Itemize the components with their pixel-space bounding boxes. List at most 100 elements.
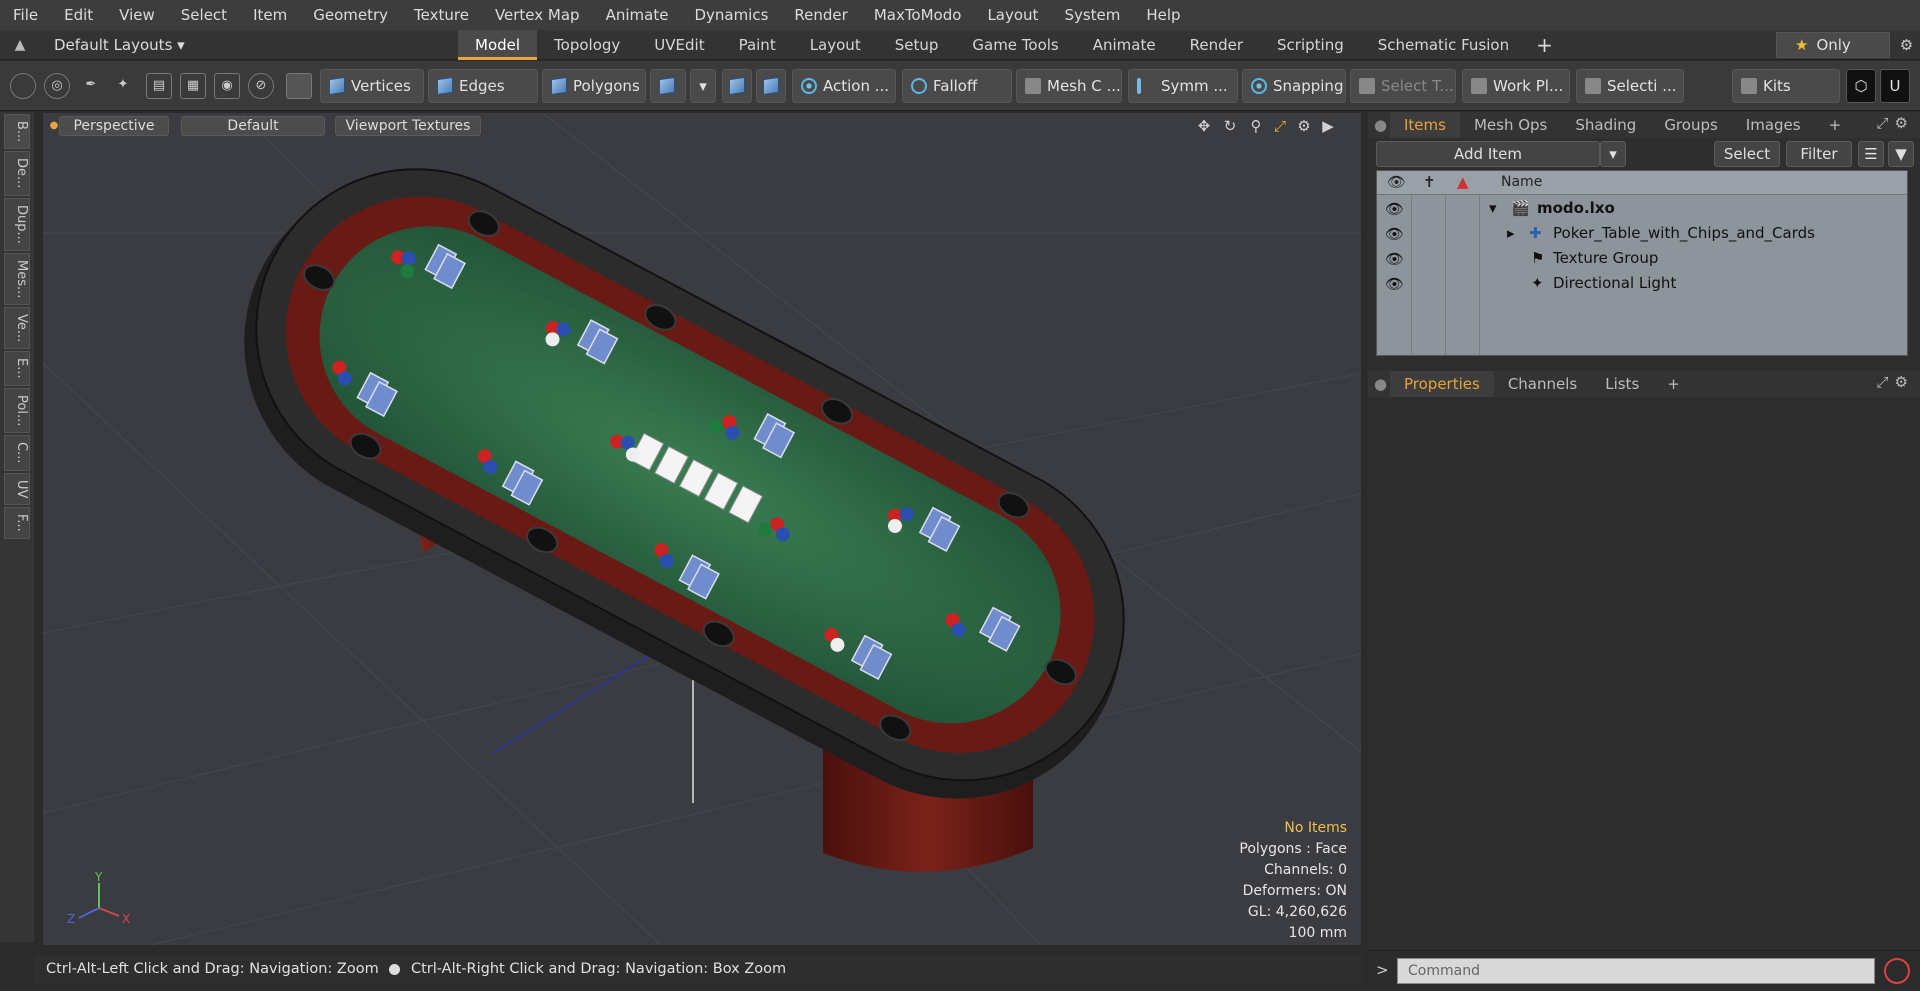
- command-input[interactable]: Command: [1397, 958, 1875, 984]
- zoom-view-icon[interactable]: ⚲: [1245, 115, 1267, 137]
- select-button[interactable]: Select: [1714, 141, 1780, 167]
- eye-icon[interactable]: 👁: [1385, 250, 1404, 268]
- filter-button[interactable]: Filter: [1786, 141, 1852, 167]
- panel-expand-gear-icons[interactable]: ⤢⚙: [1877, 373, 1914, 391]
- left-tab-mesh-edit[interactable]: Mes...: [4, 252, 30, 306]
- panel-expand-gear-icons[interactable]: ⤢⚙: [1877, 114, 1914, 132]
- brush-icon[interactable]: ✦: [110, 73, 136, 99]
- menu-layout[interactable]: Layout: [974, 0, 1051, 30]
- action-center-button[interactable]: Action ...: [792, 69, 896, 103]
- add-item-dropdown[interactable]: Add Item: [1376, 141, 1600, 167]
- tab-lists[interactable]: Lists: [1591, 371, 1653, 397]
- selection-sets-button[interactable]: Selecti ...: [1576, 69, 1684, 103]
- tab-game-tools[interactable]: Game Tools: [955, 30, 1075, 60]
- tab-mesh-ops[interactable]: Mesh Ops: [1460, 112, 1561, 138]
- perspective-dropdown[interactable]: Perspective: [59, 116, 169, 136]
- type-header-icon[interactable]: ▲: [1457, 173, 1469, 191]
- kits-button[interactable]: Kits: [1732, 69, 1840, 103]
- select-through-button[interactable]: Select T...: [1350, 69, 1456, 103]
- default-layouts-dropdown[interactable]: Default Layouts ▾: [40, 36, 458, 54]
- move-view-icon[interactable]: ✥: [1193, 115, 1215, 137]
- lock-header-icon[interactable]: ✝: [1423, 173, 1436, 191]
- item-mode-icon[interactable]: [286, 73, 312, 99]
- edges-button[interactable]: Edges: [428, 69, 538, 103]
- expand-arrow-icon[interactable]: ▸: [1507, 224, 1515, 242]
- left-tab-duplicate[interactable]: Dup...: [4, 197, 30, 251]
- menu-item[interactable]: Item: [240, 0, 300, 30]
- maximize-view-icon[interactable]: ⤢: [1269, 115, 1291, 137]
- globe-icon[interactable]: ◎: [44, 73, 70, 99]
- 3d-viewport[interactable]: Y X Z ● Perspective Default Viewport Tex…: [42, 112, 1362, 946]
- list-item[interactable]: 👁 ⚑ Texture Group: [1377, 246, 1907, 271]
- funnel-icon[interactable]: ▼: [1888, 141, 1914, 167]
- left-tab-deform[interactable]: De...: [4, 151, 30, 196]
- polygons-button[interactable]: Polygons: [542, 69, 646, 103]
- material-mode-button[interactable]: [650, 69, 686, 103]
- tab-groups[interactable]: Groups: [1650, 112, 1731, 138]
- menu-texture[interactable]: Texture: [401, 0, 482, 30]
- viewport-arrow-icon[interactable]: ▶: [1317, 115, 1339, 137]
- select-mode-circle-icon[interactable]: [10, 73, 36, 99]
- tab-layout[interactable]: Layout: [793, 30, 878, 60]
- tab-animate[interactable]: Animate: [1076, 30, 1173, 60]
- vertices-button[interactable]: Vertices: [320, 69, 424, 103]
- eye-header-icon[interactable]: 👁: [1387, 173, 1406, 191]
- collapse-icon[interactable]: ▲: [0, 37, 40, 53]
- unreal-icon[interactable]: U: [1880, 69, 1910, 103]
- tab-scripting[interactable]: Scripting: [1260, 30, 1361, 60]
- tab-images[interactable]: Images: [1732, 112, 1815, 138]
- tab-shading[interactable]: Shading: [1561, 112, 1650, 138]
- viewport-textures-dropdown[interactable]: Viewport Textures: [335, 116, 481, 136]
- list-item[interactable]: 👁 ✦ Directional Light: [1377, 271, 1907, 296]
- menu-vertex-map[interactable]: Vertex Map: [482, 0, 593, 30]
- symmetry-button[interactable]: Symm ...: [1128, 69, 1238, 103]
- panel-dot-icon[interactable]: ●: [1368, 371, 1390, 397]
- eye-icon[interactable]: 👁: [1385, 225, 1404, 243]
- menu-view[interactable]: View: [106, 0, 168, 30]
- rotate-view-icon[interactable]: ↻: [1219, 115, 1241, 137]
- record-icon[interactable]: [1884, 958, 1910, 984]
- menu-dynamics[interactable]: Dynamics: [681, 0, 781, 30]
- collapse-list-icon[interactable]: ☰: [1858, 141, 1884, 167]
- tab-schematic-fusion[interactable]: Schematic Fusion: [1361, 30, 1526, 60]
- shield-x-button[interactable]: [756, 69, 786, 103]
- name-column-header[interactable]: Name: [1501, 174, 1542, 190]
- left-tab-uv[interactable]: UV: [4, 472, 30, 506]
- panel-dot-icon[interactable]: ●: [1368, 112, 1390, 138]
- left-tab-fusion[interactable]: F...: [4, 507, 30, 539]
- menu-maxtomodo[interactable]: MaxToModo: [861, 0, 975, 30]
- work-plane-button[interactable]: Work Pl...: [1462, 69, 1570, 103]
- tab-items[interactable]: Items: [1390, 112, 1460, 138]
- eye-icon[interactable]: 👁: [1385, 275, 1404, 293]
- menu-animate[interactable]: Animate: [593, 0, 682, 30]
- layers-icon[interactable]: ▤: [146, 73, 172, 99]
- tab-render[interactable]: Render: [1173, 30, 1260, 60]
- unity-icon[interactable]: ⬡: [1846, 69, 1876, 103]
- left-tab-polygon[interactable]: Pol...: [4, 387, 30, 434]
- menu-help[interactable]: Help: [1133, 0, 1193, 30]
- shield-button[interactable]: [722, 69, 752, 103]
- slash-circle-icon[interactable]: ⊘: [248, 73, 274, 99]
- eye-icon[interactable]: 👁: [1385, 200, 1404, 218]
- tab-setup[interactable]: Setup: [878, 30, 956, 60]
- tab-uvedit[interactable]: UVEdit: [637, 30, 721, 60]
- mode-dropdown[interactable]: ▾: [690, 69, 716, 103]
- add-panel-tab-icon[interactable]: +: [1815, 112, 1856, 138]
- expand-arrow-icon[interactable]: ▾: [1489, 199, 1497, 217]
- list-item[interactable]: 👁 ▸ ✚ Poker_Table_with_Chips_and_Cards: [1377, 221, 1907, 246]
- tab-channels[interactable]: Channels: [1494, 371, 1591, 397]
- tab-paint[interactable]: Paint: [722, 30, 793, 60]
- add-tab-icon[interactable]: +: [1526, 33, 1563, 57]
- add-panel-tab-icon[interactable]: +: [1653, 371, 1694, 397]
- menu-edit[interactable]: Edit: [51, 0, 106, 30]
- tab-model[interactable]: Model: [458, 29, 538, 60]
- falloff-button[interactable]: Falloff: [902, 69, 1012, 103]
- menu-system[interactable]: System: [1051, 0, 1133, 30]
- left-tab-edge[interactable]: E...: [4, 351, 30, 386]
- gear-icon[interactable]: ⚙: [1893, 30, 1920, 60]
- add-item-chevron-icon[interactable]: ▾: [1600, 141, 1626, 167]
- only-toggle[interactable]: ★ Only: [1776, 32, 1890, 58]
- tab-topology[interactable]: Topology: [537, 30, 637, 60]
- menu-render[interactable]: Render: [781, 0, 860, 30]
- left-tab-vertex[interactable]: Ve...: [4, 307, 30, 350]
